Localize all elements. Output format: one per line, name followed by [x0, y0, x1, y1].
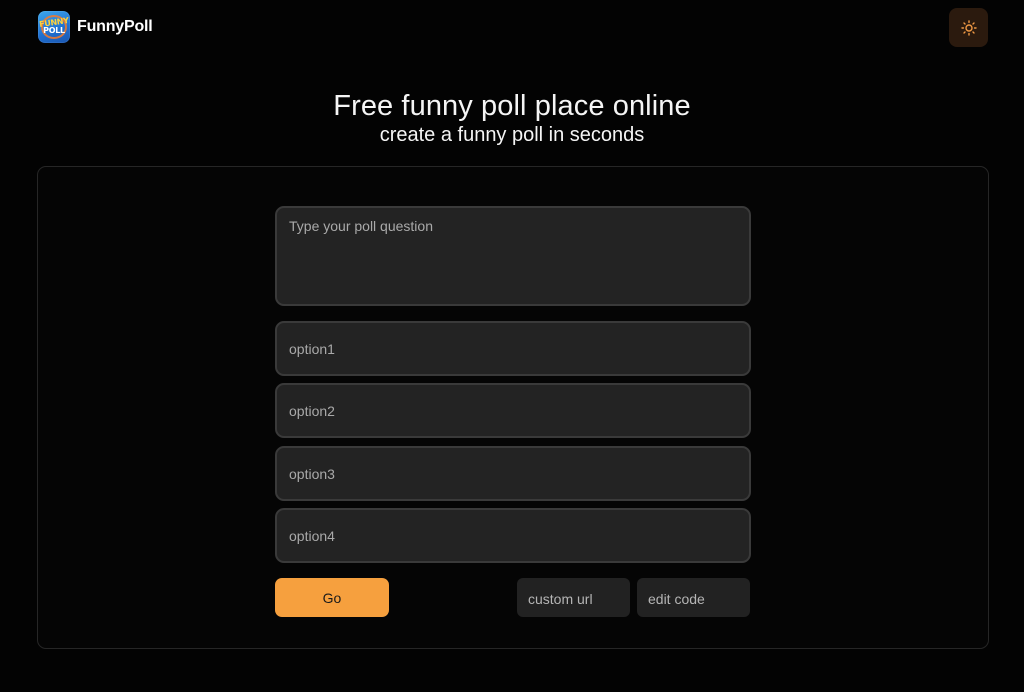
sun-icon — [960, 19, 977, 36]
poll-question-textarea[interactable]: Type your poll question — [275, 206, 751, 306]
page-subtitle: create a funny poll in seconds — [379, 124, 645, 146]
brand-logo-link[interactable]: FUNNY POLL FunnyPoll — [38, 11, 153, 43]
option-4-input[interactable]: option4 — [275, 508, 751, 563]
logo-text-bottom: POLL — [43, 26, 65, 35]
custom-url-input[interactable]: custom url — [517, 578, 630, 617]
funnypoll-logo-icon: FUNNY POLL — [38, 11, 70, 43]
page-title: Free funny poll place online — [333, 90, 691, 122]
option-1-input[interactable]: option1 — [275, 321, 751, 376]
theme-toggle-button[interactable] — [949, 8, 988, 47]
edit-code-input[interactable]: edit code — [637, 578, 750, 617]
brand-name: FunnyPoll — [77, 18, 153, 35]
go-button[interactable]: Go — [275, 578, 389, 617]
option-2-input[interactable]: option2 — [275, 383, 751, 438]
hero: Free funny poll place online create a fu… — [0, 88, 1024, 147]
header: FUNNY POLL FunnyPoll — [0, 0, 1024, 56]
option-3-input[interactable]: option3 — [275, 446, 751, 501]
